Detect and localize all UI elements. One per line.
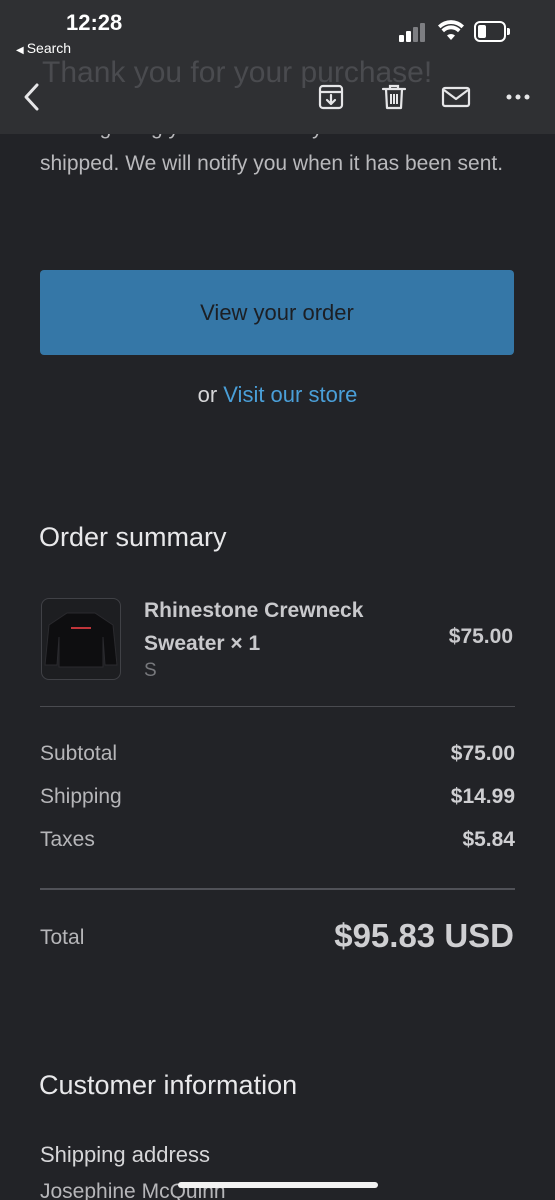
archive-icon <box>318 84 344 110</box>
mark-unread-button[interactable] <box>439 80 473 114</box>
customer-information-title: Customer information <box>39 1070 298 1100</box>
cellular-signal-icon <box>399 22 429 42</box>
shipping-row: Shipping $14.99 <box>40 785 515 815</box>
view-order-button[interactable]: View your order <box>40 270 514 355</box>
product-name: Rhinestone Crewneck Sweater × 1 <box>144 599 364 655</box>
status-time: 12:28 <box>66 10 123 35</box>
home-indicator[interactable] <box>178 1182 378 1188</box>
chevron-left-icon <box>24 83 39 111</box>
mail-top-bar: Thank you for your purchase! 12:28 ◀ Sear… <box>0 0 555 134</box>
email-subject-ghost: Thank you for your purchase! <box>42 56 433 89</box>
back-triangle-icon: ◀ <box>16 45 24 56</box>
sweater-image <box>44 612 118 668</box>
divider <box>40 888 515 890</box>
archive-button[interactable] <box>314 80 348 114</box>
product-price: $75.00 <box>448 625 513 648</box>
back-button[interactable] <box>14 80 48 114</box>
product-variant: S <box>144 660 157 681</box>
taxes-row: Taxes $5.84 <box>40 828 515 858</box>
back-app-label: Search <box>26 40 72 56</box>
more-button[interactable] <box>501 80 535 114</box>
total-label: Total <box>40 926 85 949</box>
mail-icon <box>441 86 471 108</box>
shipping-label: Shipping <box>40 785 122 808</box>
taxes-label: Taxes <box>40 828 95 851</box>
divider <box>40 706 515 707</box>
taxes-value: $5.84 <box>462 828 515 851</box>
back-to-app-link[interactable]: ◀ Search <box>16 40 71 56</box>
or-text: or <box>197 382 218 407</box>
subtotal-label: Subtotal <box>40 742 118 765</box>
order-summary-title: Order summary <box>39 522 227 552</box>
product-thumbnail[interactable] <box>41 598 121 680</box>
subtotal-row: Subtotal $75.00 <box>40 742 515 772</box>
shipping-address-label: Shipping address <box>40 1142 211 1167</box>
shipping-value: $14.99 <box>450 785 515 808</box>
trash-button[interactable] <box>377 80 411 114</box>
total-value: $95.83 USD <box>334 917 514 954</box>
wifi-icon <box>438 20 464 40</box>
trash-icon <box>381 84 407 110</box>
subtotal-value: $75.00 <box>450 742 515 765</box>
battery-icon <box>474 21 510 42</box>
visit-store-link[interactable]: Visit our store <box>223 382 357 407</box>
store-link-line: or Visit our store <box>0 382 555 408</box>
intro-text: shipped. We will notify you when it has … <box>40 152 504 175</box>
ellipsis-icon <box>506 94 530 100</box>
